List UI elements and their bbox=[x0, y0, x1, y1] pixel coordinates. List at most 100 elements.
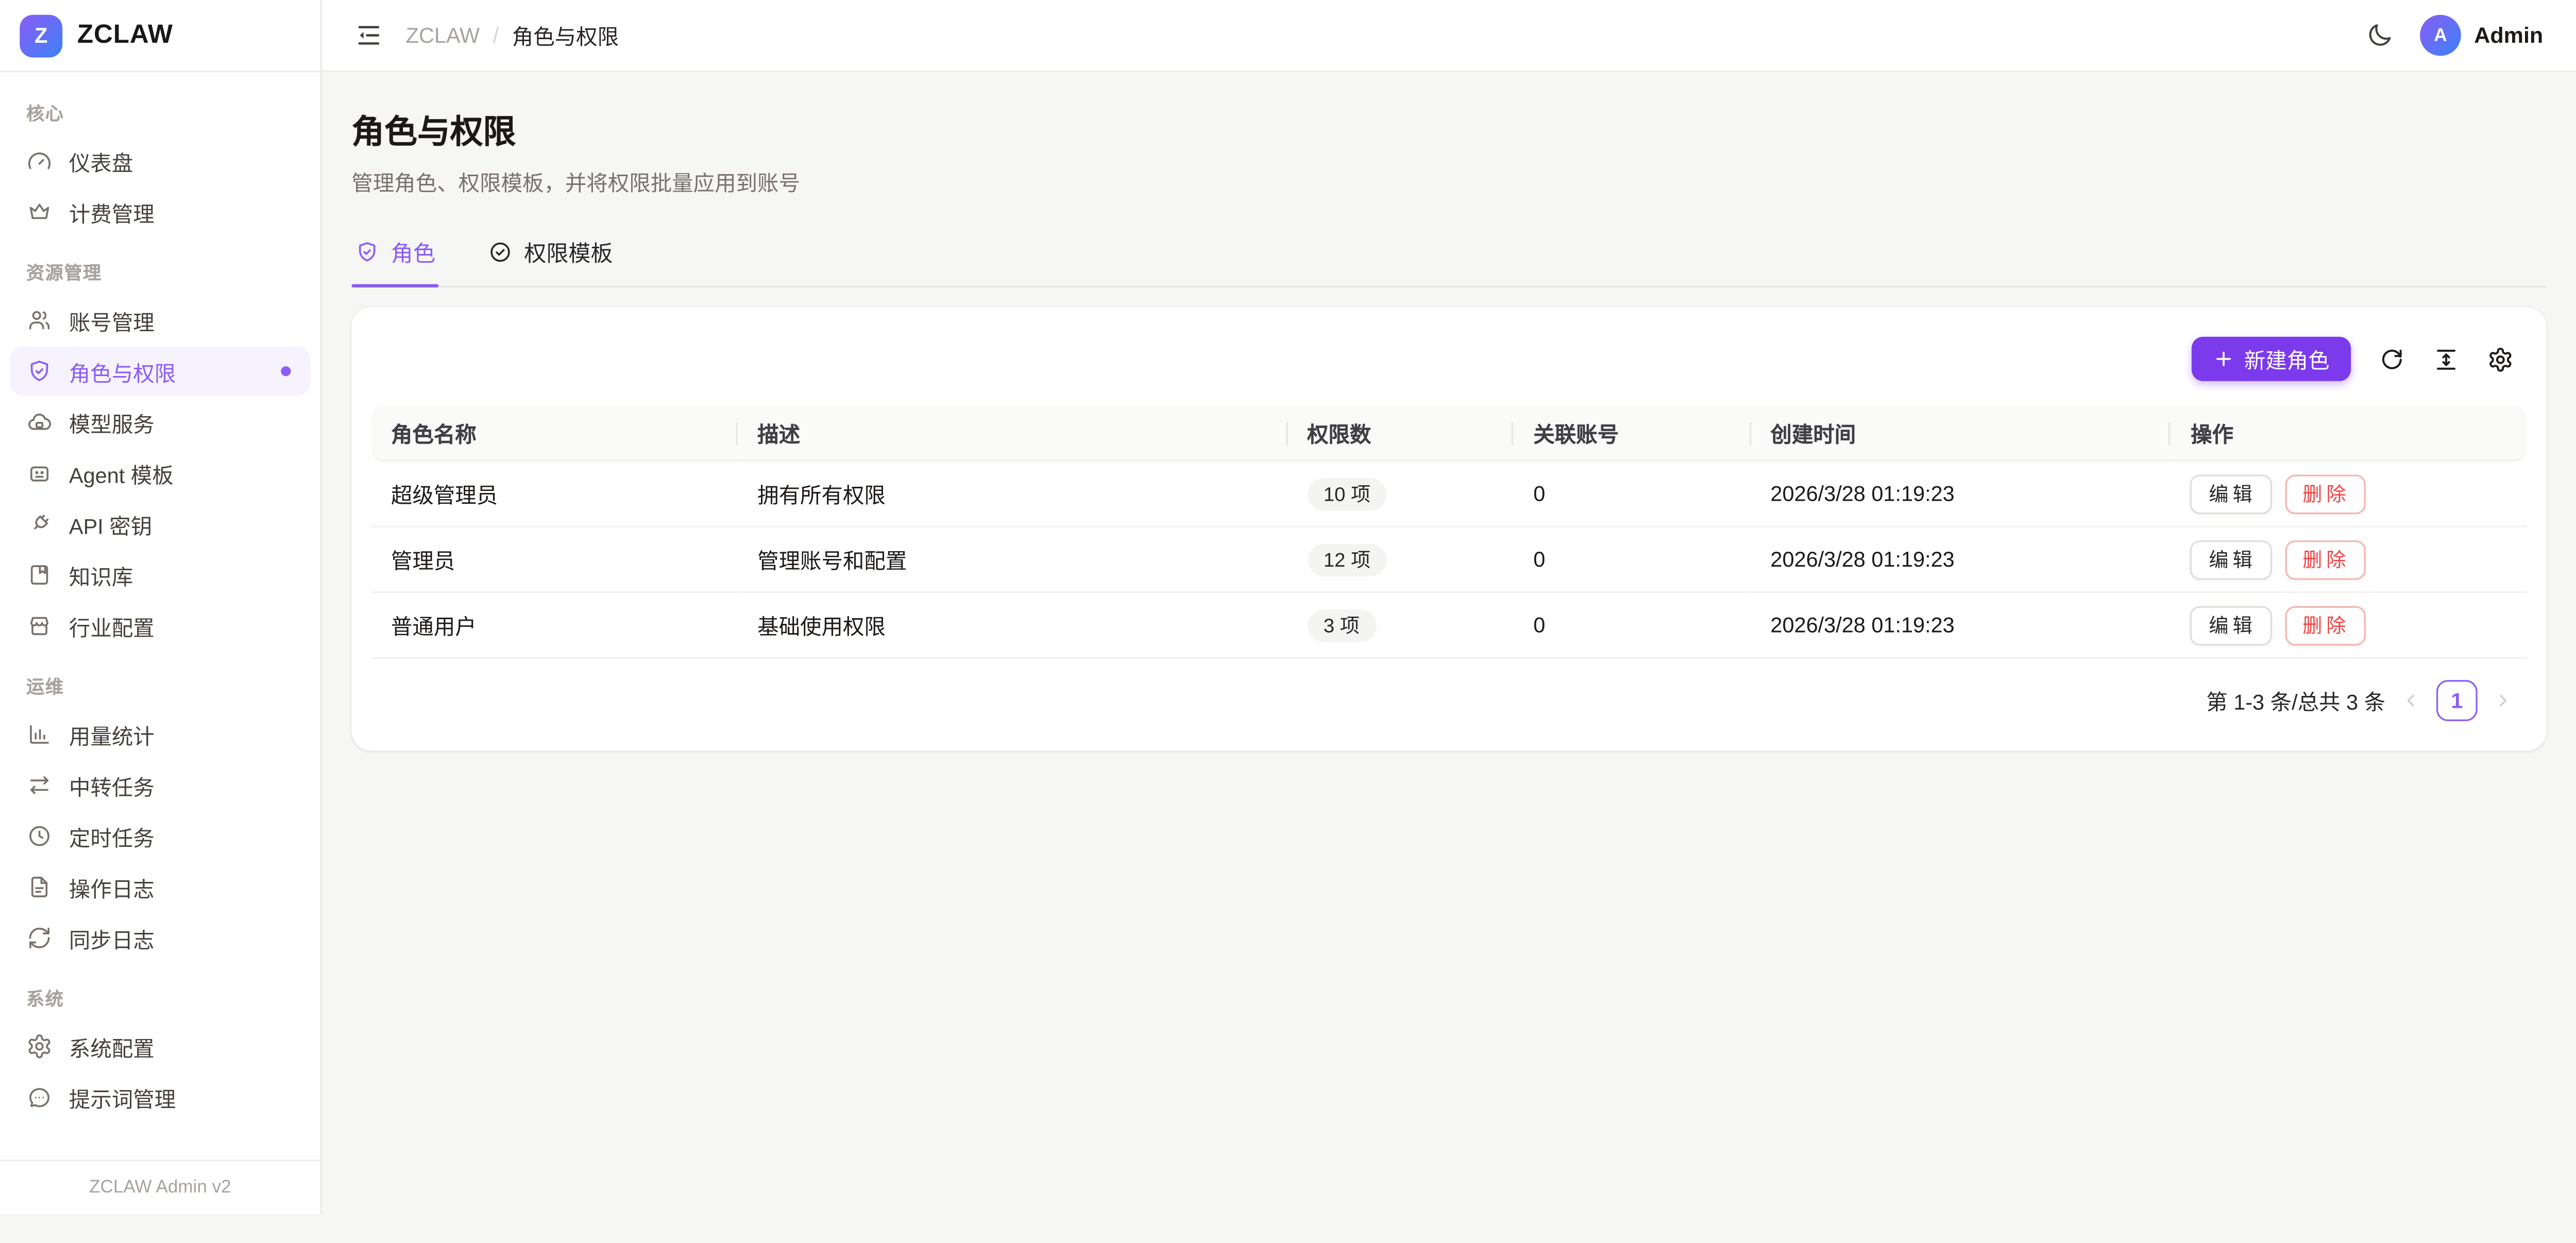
page-number-button[interactable]: 1 bbox=[2436, 680, 2478, 721]
clock-icon bbox=[26, 823, 53, 849]
sidebar-item-label: 用量统计 bbox=[69, 719, 155, 750]
settings-icon bbox=[26, 1033, 53, 1060]
tab-label: 权限模板 bbox=[524, 235, 613, 268]
crown-icon bbox=[26, 199, 53, 225]
sidebar-item-label: 行业配置 bbox=[69, 610, 155, 642]
sidebar-item-sync-logs[interactable]: 同步日志 bbox=[10, 913, 311, 963]
sidebar-item-model-services[interactable]: 模型服务 bbox=[10, 398, 311, 447]
sidebar-item-scheduled-tasks[interactable]: 定时任务 bbox=[10, 811, 311, 861]
nav-section-label-resources: 资源管理 bbox=[0, 238, 320, 294]
description-cell: 拥有所有权限 bbox=[738, 462, 1287, 527]
edit-button[interactable]: 编辑 bbox=[2191, 540, 2271, 580]
delete-button[interactable]: 删除 bbox=[2284, 540, 2365, 580]
sidebar-item-usage-stats[interactable]: 用量统计 bbox=[10, 710, 311, 759]
sidebar-item-dashboard[interactable]: 仪表盘 bbox=[10, 137, 311, 186]
description-cell: 管理账号和配置 bbox=[738, 527, 1287, 593]
sidebar-item-label: 系统配置 bbox=[69, 1031, 155, 1062]
main-area: ZCLAW / 角色与权限 A Admin 角色与权限 管理角色、权限模板，并将… bbox=[322, 0, 2576, 1214]
table-toolbar: 新建角色 bbox=[371, 327, 2527, 406]
permission-count-badge: 12 项 bbox=[1307, 543, 1387, 576]
shield-check-icon bbox=[355, 239, 380, 264]
tab-label: 角色 bbox=[391, 235, 435, 268]
transfer-arrows-icon bbox=[26, 772, 53, 798]
next-page-button[interactable] bbox=[2492, 690, 2513, 711]
new-role-button[interactable]: 新建角色 bbox=[2192, 337, 2351, 381]
menu-fold-icon bbox=[355, 21, 383, 49]
column-settings-button[interactable] bbox=[2487, 346, 2514, 372]
breadcrumb-separator: / bbox=[493, 23, 499, 48]
user-menu[interactable]: A Admin bbox=[2420, 15, 2543, 56]
row-actions: 编辑 删除 bbox=[2191, 540, 2507, 580]
sidebar-footer-version: ZCLAW Admin v2 bbox=[0, 1160, 320, 1214]
brand: Z ZCLAW bbox=[0, 0, 320, 72]
created-at-cell: 2026/3/28 01:19:23 bbox=[1751, 527, 2171, 593]
table-row: 超级管理员 拥有所有权限 10 项 0 2026/3/28 01:19:23 编… bbox=[371, 462, 2527, 527]
col-header-permission-count: 权限数 bbox=[1287, 406, 1514, 462]
book-icon bbox=[26, 562, 53, 588]
topbar: ZCLAW / 角色与权限 A Admin bbox=[322, 0, 2576, 72]
chevron-right-icon bbox=[2492, 690, 2513, 711]
role-name-cell: 普通用户 bbox=[371, 593, 738, 659]
page-title: 角色与权限 bbox=[351, 105, 2546, 152]
linked-accounts-cell: 0 bbox=[1514, 593, 1751, 659]
edit-button[interactable]: 编辑 bbox=[2191, 474, 2271, 514]
breadcrumb: ZCLAW / 角色与权限 bbox=[406, 20, 619, 51]
chevron-left-icon bbox=[2400, 690, 2421, 711]
sidebar-item-industry-config[interactable]: 行业配置 bbox=[10, 601, 311, 651]
col-header-role-name: 角色名称 bbox=[371, 406, 738, 462]
collapse-sidebar-button[interactable] bbox=[351, 18, 386, 53]
brand-logo: Z bbox=[20, 14, 62, 57]
sidebar-item-label: 角色与权限 bbox=[69, 355, 176, 387]
sidebar-item-label: 提示词管理 bbox=[69, 1082, 176, 1113]
created-at-cell: 2026/3/28 01:19:23 bbox=[1751, 593, 2171, 659]
circle-check-icon bbox=[488, 239, 513, 264]
sidebar-item-label: 账号管理 bbox=[69, 305, 155, 336]
new-role-label: 新建角色 bbox=[2244, 343, 2330, 374]
tab-bar: 角色 权限模板 bbox=[351, 235, 2546, 287]
sidebar-item-label: 知识库 bbox=[69, 559, 133, 591]
sidebar-item-roles-permissions[interactable]: 角色与权限 bbox=[10, 347, 311, 396]
sidebar-item-label: 模型服务 bbox=[69, 406, 155, 438]
topbar-right: A Admin bbox=[2362, 15, 2543, 56]
sidebar-item-billing[interactable]: 计费管理 bbox=[10, 188, 311, 237]
user-name: Admin bbox=[2474, 23, 2543, 48]
sidebar-item-accounts[interactable]: 账号管理 bbox=[10, 296, 311, 345]
role-name-cell: 超级管理员 bbox=[371, 462, 738, 527]
sidebar-item-prompt-management[interactable]: 提示词管理 bbox=[10, 1072, 311, 1122]
roles-table: 角色名称 描述 权限数 关联账号 创建时间 操作 超级管理员 拥有所有权限 10 bbox=[371, 406, 2527, 659]
prev-page-button[interactable] bbox=[2400, 690, 2421, 711]
sidebar-item-label: 定时任务 bbox=[69, 821, 155, 852]
permission-count-badge: 3 项 bbox=[1307, 608, 1376, 641]
row-density-button[interactable] bbox=[2433, 346, 2460, 372]
sidebar-item-knowledge-base[interactable]: 知识库 bbox=[10, 550, 311, 600]
column-height-icon bbox=[2433, 346, 2460, 372]
tab-permission-templates[interactable]: 权限模板 bbox=[485, 235, 616, 286]
sidebar-item-agent-templates[interactable]: Agent 模板 bbox=[10, 449, 311, 498]
avatar: A bbox=[2420, 15, 2461, 56]
delete-button[interactable]: 删除 bbox=[2284, 474, 2365, 514]
refresh-table-button[interactable] bbox=[2379, 346, 2405, 372]
page-content: 角色与权限 管理角色、权限模板，并将权限批量应用到账号 角色 权限模板 新建角色 bbox=[322, 72, 2576, 1214]
bot-icon bbox=[26, 460, 53, 486]
edit-button[interactable]: 编辑 bbox=[2191, 605, 2271, 645]
sync-icon bbox=[26, 925, 53, 951]
sidebar-item-system-config[interactable]: 系统配置 bbox=[10, 1021, 311, 1071]
tab-roles[interactable]: 角色 bbox=[351, 235, 438, 286]
sidebar-item-label: API 密钥 bbox=[69, 508, 152, 540]
cloud-icon bbox=[26, 409, 53, 435]
col-header-description: 描述 bbox=[738, 406, 1287, 462]
table-row: 普通用户 基础使用权限 3 项 0 2026/3/28 01:19:23 编辑 … bbox=[371, 593, 2527, 659]
nav-section-label-core: 核心 bbox=[0, 79, 320, 134]
sidebar-item-relay-tasks[interactable]: 中转任务 bbox=[10, 760, 311, 810]
dark-mode-toggle[interactable] bbox=[2362, 18, 2397, 53]
sidebar-item-operation-logs[interactable]: 操作日志 bbox=[10, 862, 311, 912]
active-dot bbox=[281, 366, 291, 376]
delete-button[interactable]: 删除 bbox=[2284, 605, 2365, 645]
plus-icon bbox=[2213, 348, 2234, 369]
sidebar-item-api-keys[interactable]: API 密钥 bbox=[10, 499, 311, 549]
breadcrumb-root-link[interactable]: ZCLAW bbox=[406, 23, 480, 48]
sidebar-item-label: Agent 模板 bbox=[69, 457, 174, 489]
linked-accounts-cell: 0 bbox=[1514, 462, 1751, 527]
col-header-created-at: 创建时间 bbox=[1751, 406, 2171, 462]
plug-icon bbox=[26, 511, 53, 537]
